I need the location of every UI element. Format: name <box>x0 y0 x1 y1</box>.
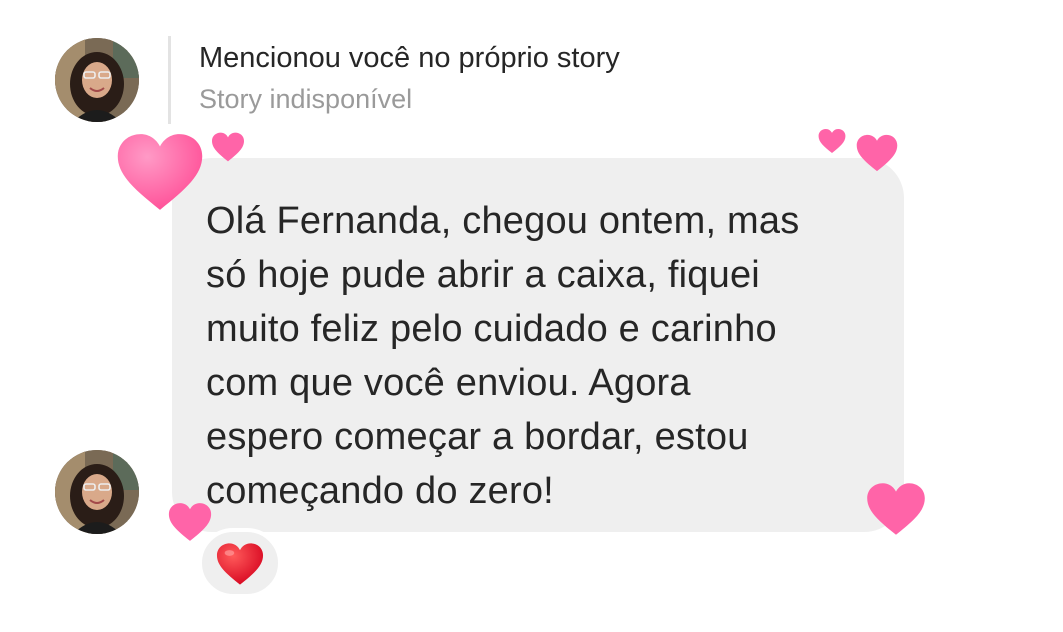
pink-heart-icon <box>818 128 846 154</box>
story-reference[interactable]: Mencionou você no próprio story Story in… <box>168 36 620 124</box>
message-text: Olá Fernanda, chegou ontem, mas só hoje … <box>206 200 800 512</box>
message-reaction[interactable] <box>198 528 282 598</box>
pink-heart-icon <box>854 134 900 172</box>
story-unavailable-label: Story indisponível <box>199 84 413 114</box>
sender-avatar[interactable] <box>55 38 139 122</box>
dm-thread: Mencionou você no próprio story Story in… <box>0 0 1063 632</box>
red-heart-icon <box>216 542 264 586</box>
avatar-image <box>55 450 139 534</box>
pink-heart-icon <box>866 482 926 536</box>
story-mention-title: Mencionou você no próprio story <box>199 42 620 74</box>
pink-heart-icon <box>168 502 212 542</box>
avatar-image <box>55 38 139 122</box>
pink-heart-icon <box>206 132 250 162</box>
message-bubble[interactable]: Olá Fernanda, chegou ontem, mas só hoje … <box>172 158 904 532</box>
sender-avatar[interactable] <box>55 450 139 534</box>
pink-heart-icon <box>116 132 204 212</box>
